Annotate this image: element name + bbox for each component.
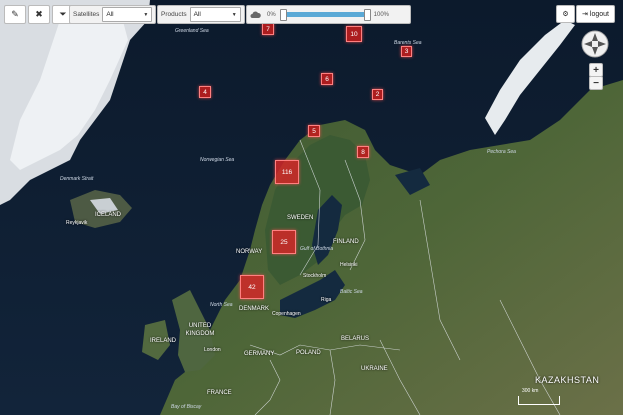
cluster-marker-4[interactable]: 4 xyxy=(199,86,211,98)
slider-min-handle[interactable] xyxy=(279,9,287,21)
cluster-marker-7[interactable]: 7 xyxy=(262,23,274,35)
logout-icon: ⇥ xyxy=(582,11,588,18)
label-ireland: IRELAND xyxy=(150,338,177,344)
label-iceland: ICELAND xyxy=(95,212,122,218)
satellites-select[interactable]: All ▼ xyxy=(102,7,153,22)
settings-button[interactable]: ⚙ xyxy=(556,5,575,23)
filter-icon: ⏷ xyxy=(59,9,67,19)
satellites-value: All xyxy=(106,11,114,18)
cloud-max-label: 100% xyxy=(373,11,390,18)
cloud-cover-filter: 0% 100% xyxy=(246,5,411,24)
cluster-marker-5[interactable]: 5 xyxy=(308,125,320,137)
cluster-marker-116[interactable]: 116 xyxy=(275,160,299,184)
products-value: All xyxy=(193,11,201,18)
label-kazakhstan: KAZAKHSTAN xyxy=(535,375,600,385)
slider-max-handle[interactable] xyxy=(363,9,371,21)
label-greenland-sea: Greenland Sea xyxy=(175,28,209,34)
label-london: London xyxy=(204,347,221,353)
close-icon: ✖ xyxy=(35,9,43,19)
cluster-marker-3[interactable]: 3 xyxy=(401,46,412,57)
cloud-range-slider[interactable] xyxy=(279,7,371,22)
products-select[interactable]: All ▼ xyxy=(189,7,241,22)
map-scale-bar: 300 km xyxy=(518,388,560,405)
label-uk: UNITED KINGDOM xyxy=(180,322,220,338)
label-north-sea: North Sea xyxy=(210,302,233,308)
cluster-marker-6[interactable]: 6 xyxy=(321,73,333,85)
chevron-down-icon: ▼ xyxy=(143,11,149,18)
pencil-icon: ✎ xyxy=(11,9,19,19)
satellites-label: Satellites xyxy=(73,11,100,18)
label-norwegian-sea: Norwegian Sea xyxy=(200,157,235,163)
label-ukraine: UKRAINE xyxy=(361,366,388,372)
label-gulf-bothnia: Gulf of Bothnia xyxy=(300,246,334,252)
label-denmark-strait: Denmark Strait xyxy=(60,176,94,182)
zoom-in-button[interactable]: + xyxy=(589,63,603,77)
cluster-marker-10[interactable]: 10 xyxy=(346,26,362,42)
slider-fill xyxy=(282,12,367,17)
label-sweden: SWEDEN xyxy=(287,215,314,221)
zoom-out-button[interactable]: − xyxy=(589,76,603,90)
logout-label: logout xyxy=(589,10,609,18)
cluster-marker-42[interactable]: 42 xyxy=(240,275,264,299)
cloud-icon xyxy=(247,7,263,22)
label-germany: GERMANY xyxy=(244,351,275,357)
cloud-min-label: 0% xyxy=(267,11,276,18)
label-riga: Riga xyxy=(321,297,332,303)
satellites-filter: Satellites All ▼ xyxy=(69,5,156,24)
label-pechora-sea: Pechora Sea xyxy=(487,149,516,155)
scale-label: 300 km xyxy=(522,388,539,394)
cluster-marker-8[interactable]: 8 xyxy=(357,146,369,158)
label-norway: NORWAY xyxy=(236,249,263,255)
cluster-marker-25[interactable]: 25 xyxy=(272,230,296,254)
label-reykjavik: Reykjavik xyxy=(66,220,88,226)
label-france: FRANCE xyxy=(207,390,232,396)
label-denmark: DENMARK xyxy=(239,306,270,312)
products-label: Products xyxy=(161,11,187,18)
draw-button[interactable]: ✎ xyxy=(4,5,26,24)
cluster-marker-2[interactable]: 2 xyxy=(372,89,383,100)
logout-button[interactable]: ⇥ logout xyxy=(576,5,615,23)
label-baltic-sea: Baltic Sea xyxy=(340,289,363,295)
label-helsinki: Helsinki xyxy=(340,262,358,268)
label-finland: FINLAND xyxy=(333,239,359,245)
label-uk-text: UNITED KINGDOM xyxy=(185,323,215,337)
label-poland: POLAND xyxy=(296,350,321,356)
gear-icon: ⚙ xyxy=(562,11,569,18)
compass-icon[interactable] xyxy=(581,30,609,58)
clear-button[interactable]: ✖ xyxy=(28,5,50,24)
label-copenhagen: Copenhagen xyxy=(272,311,301,317)
label-bay-biscay: Bay of Biscay xyxy=(171,404,202,410)
label-belarus: BELARUS xyxy=(341,336,370,342)
map-toolbar: ✎ ✖ ⏷ xyxy=(4,5,74,24)
label-stockholm: Stockholm xyxy=(303,273,327,279)
products-filter: Products All ▼ xyxy=(157,5,245,24)
chevron-down-icon: ▼ xyxy=(231,11,237,18)
